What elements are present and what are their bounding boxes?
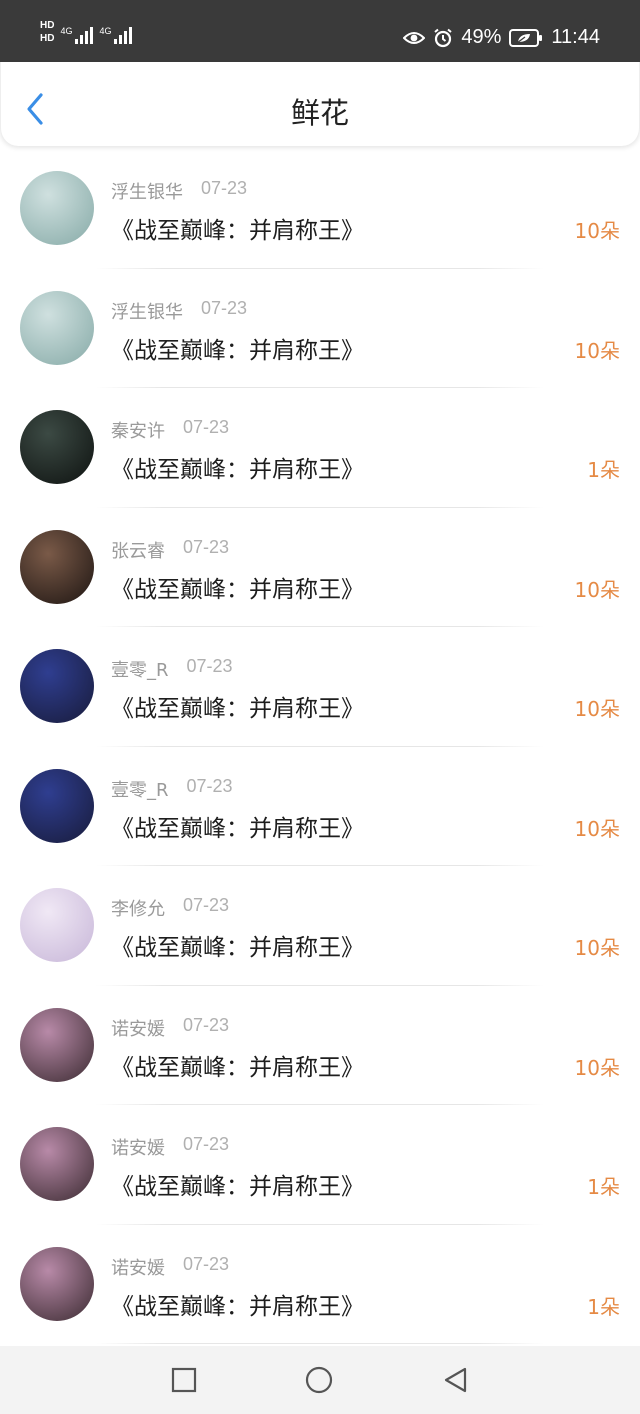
page-title: 鲜花 (290, 96, 349, 130)
status-left: HD HD 4G 4G (40, 20, 133, 44)
user-name[interactable]: 浮生银华 (111, 298, 183, 324)
avatar[interactable] (20, 290, 94, 365)
avatar[interactable] (20, 529, 94, 604)
eye-icon (403, 31, 426, 44)
gift-date: 07-23 (183, 1014, 230, 1035)
square-icon[interactable] (170, 1366, 198, 1394)
user-name[interactable]: 李修允 (111, 895, 165, 921)
flower-count: 10朵 (574, 1055, 620, 1080)
list-item[interactable]: 诺安媛 07-23 《战至巅峰：并肩称王》 1朵 (0, 1225, 640, 1344)
gift-date: 07-23 (183, 536, 230, 557)
triangle-back-icon[interactable] (442, 1366, 470, 1394)
list-item[interactable]: 诺安媛 07-23 《战至巅峰：并肩称王》 10朵 (0, 986, 640, 1105)
book-title[interactable]: 《战至巅峰：并肩称王》 (111, 1287, 364, 1321)
list-item[interactable]: 浮生银华 07-23 《战至巅峰：并肩称王》 10朵 (0, 269, 640, 388)
alarm-icon (434, 28, 453, 47)
user-name[interactable]: 壹零_R (111, 776, 169, 802)
avatar[interactable] (20, 888, 94, 962)
gift-date: 07-23 (183, 1253, 230, 1274)
signal-1: 4G (60, 26, 94, 44)
battery-percent: 49% (461, 26, 502, 48)
user-name[interactable]: 诺安媛 (111, 1254, 165, 1280)
signal-bars-icon (114, 26, 133, 44)
list-item[interactable]: 壹零_R 07-23 《战至巅峰：并肩称王》 10朵 (0, 627, 640, 747)
user-meta: 浮生银华 07-23 (111, 178, 247, 204)
signal-2: 4G (99, 26, 133, 44)
book-title[interactable]: 《战至巅峰：并肩称王》 (111, 450, 364, 484)
gift-date: 07-23 (183, 895, 230, 915)
avatar[interactable] (20, 649, 94, 723)
battery-icon (509, 28, 543, 47)
user-name[interactable]: 张云睿 (111, 537, 165, 563)
user-meta: 壹零_R 07-23 (111, 656, 233, 682)
user-name[interactable]: 壹零_R (111, 656, 169, 682)
status-time: 11:44 (551, 26, 600, 48)
list-item[interactable]: 诺安媛 07-23 《战至巅峰：并肩称王》 1朵 (0, 1105, 640, 1225)
flower-count: 10朵 (574, 936, 620, 960)
hd2-label: HD (40, 33, 55, 44)
avatar[interactable] (20, 171, 94, 245)
avatar[interactable] (20, 768, 94, 843)
status-right: 49% 11:44 (403, 26, 600, 49)
gift-date: 07-23 (183, 1134, 230, 1154)
list-item[interactable]: 李修允 07-23 《战至巅峰：并肩称王》 10朵 (0, 866, 640, 986)
gift-date: 07-23 (201, 178, 248, 198)
book-title[interactable]: 《战至巅峰：并肩称王》 (111, 211, 364, 245)
flower-count: 10朵 (574, 816, 620, 841)
book-title[interactable]: 《战至巅峰：并肩称王》 (111, 928, 364, 962)
circle-icon[interactable] (305, 1366, 333, 1394)
gift-date: 07-23 (183, 417, 230, 437)
system-nav-bar (0, 1346, 640, 1414)
user-meta: 李修允 07-23 (111, 895, 229, 921)
avatar[interactable] (20, 410, 94, 484)
flower-count: 10朵 (574, 697, 620, 721)
book-title[interactable]: 《战至巅峰：并肩称王》 (111, 570, 364, 604)
avatar[interactable] (20, 1246, 94, 1321)
user-meta: 浮生银华 07-23 (111, 298, 247, 324)
hd1-label: HD (40, 20, 55, 31)
user-name[interactable]: 浮生银华 (111, 178, 183, 204)
user-name[interactable]: 秦安许 (111, 417, 165, 443)
gift-date: 07-23 (201, 297, 248, 318)
flower-count: 1朵 (587, 458, 620, 482)
user-meta: 诺安媛 07-23 (111, 1134, 229, 1160)
book-title[interactable]: 《战至巅峰：并肩称王》 (111, 1048, 364, 1082)
flower-count: 10朵 (574, 219, 620, 243)
user-meta: 诺安媛 07-23 (111, 1015, 229, 1041)
flower-count: 10朵 (574, 577, 620, 602)
divider (96, 1343, 544, 1344)
list-item[interactable]: 张云睿 07-23 《战至巅峰：并肩称王》 10朵 (0, 508, 640, 627)
flower-list: 浮生银华 07-23 《战至巅峰：并肩称王》 10朵 浮生银华 07-23 《战至巅峰：并肩… (0, 149, 640, 1344)
user-meta: 诺安媛 07-23 (111, 1254, 229, 1280)
book-title[interactable]: 《战至巅峰：并肩称王》 (111, 331, 364, 365)
top-nav-bar: 鲜花 (0, 62, 640, 146)
list-item[interactable]: 秦安许 07-23 《战至巅峰：并肩称王》 1朵 (0, 388, 640, 508)
flower-count: 1朵 (587, 1294, 620, 1319)
status-bar: HD HD 4G 4G 49% 11:44 (0, 0, 640, 62)
list-item[interactable]: 壹零_R 07-23 《战至巅峰：并肩称王》 10朵 (0, 747, 640, 866)
avatar[interactable] (20, 1007, 94, 1082)
user-name[interactable]: 诺安媛 (111, 1134, 165, 1160)
book-title[interactable]: 《战至巅峰：并肩称王》 (111, 1167, 364, 1201)
net2-label: 4G (99, 26, 112, 36)
gift-date: 07-23 (186, 656, 233, 676)
flower-count: 1朵 (587, 1175, 620, 1199)
user-meta: 壹零_R 07-23 (111, 776, 233, 802)
list-item[interactable]: 浮生银华 07-23 《战至巅峰：并肩称王》 10朵 (0, 149, 640, 269)
signal-bars-icon (75, 26, 94, 44)
user-meta: 秦安许 07-23 (111, 417, 229, 443)
avatar[interactable] (20, 1127, 94, 1201)
user-name[interactable]: 诺安媛 (111, 1015, 165, 1041)
book-title[interactable]: 《战至巅峰：并肩称王》 (111, 809, 364, 843)
flower-count: 10朵 (574, 338, 620, 363)
net1-label: 4G (60, 26, 73, 36)
gift-date: 07-23 (186, 775, 233, 796)
hd-indicators: HD HD (40, 20, 54, 44)
book-title[interactable]: 《战至巅峰：并肩称王》 (111, 689, 364, 723)
user-meta: 张云睿 07-23 (111, 537, 229, 563)
